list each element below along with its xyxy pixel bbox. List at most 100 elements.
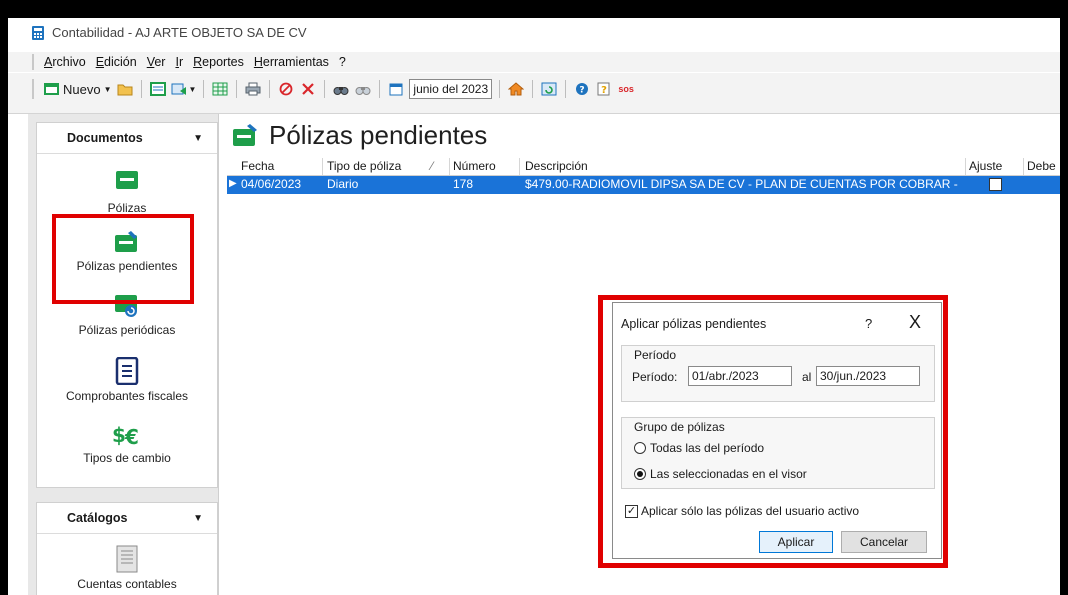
periodo-group: Período Período: 01/abr./2023 al 30/jun.… (621, 345, 935, 402)
find-next-button[interactable] (354, 79, 372, 99)
periodo-group-label: Período (632, 348, 679, 362)
document-list-icon (149, 82, 166, 96)
menu-ir[interactable]: Ir (175, 55, 183, 69)
toolbar-grip (32, 79, 34, 99)
table-row[interactable]: ▶ 04/06/2023 Diario 178 $479.00-RADIOMOV… (227, 176, 1060, 194)
column-separator (449, 158, 450, 175)
period-selector[interactable]: junio del 2023 (409, 79, 493, 99)
toolbar-separator (140, 80, 142, 98)
column-separator (1023, 158, 1024, 175)
documentos-header-label: Documentos (67, 131, 143, 145)
printer-icon (245, 82, 261, 96)
svg-text:€: € (124, 425, 139, 447)
aplicar-polizas-dialog: Aplicar pólizas pendientes ? X Período P… (612, 302, 942, 559)
periodo-to-input[interactable]: 30/jun./2023 (816, 366, 920, 386)
row-indicator-icon: ▶ (229, 178, 237, 189)
folder-icon (117, 84, 132, 96)
periodo-from-input[interactable]: 01/abr./2023 (688, 366, 792, 386)
navigation-panel: Documentos ▼ Pólizas Pólizas pendientes … (28, 114, 218, 595)
cell-descripcion: $479.00-RADIOMOVIL DIPSA SA DE CV - PLAN… (525, 177, 961, 191)
new-button-label: Nuevo (63, 81, 101, 97)
menu-reportes[interactable]: Reportes (193, 55, 244, 69)
help-document-button[interactable]: ? (595, 79, 613, 99)
chevron-down-icon: ▼ (103, 84, 112, 94)
radio-todas[interactable] (634, 442, 646, 454)
apply-button[interactable]: Aplicar (759, 531, 833, 553)
document-send-button[interactable]: ▼ (171, 79, 196, 99)
toolbar-row: Nuevo ▼ ▼ junio del 2023 ? ? sos (44, 77, 635, 101)
menu-herramientas[interactable]: Herramientas (254, 55, 329, 69)
grupo-polizas-label: Grupo de pólizas (632, 420, 727, 434)
active-user-checkbox[interactable]: ✓ (625, 505, 638, 518)
column-header-fecha[interactable]: Fecha (241, 159, 274, 173)
nav-item-comprobantes-fiscales[interactable]: Comprobantes fiscales (37, 357, 217, 403)
home-icon (508, 82, 525, 96)
open-folder-button[interactable] (116, 79, 134, 99)
polizas-pendientes-icon (233, 123, 257, 146)
print-button[interactable] (244, 79, 262, 99)
grid-header: Fecha Tipo de póliza ⁄ Número Descripció… (227, 158, 1060, 176)
menu-edicion[interactable]: Edición (96, 55, 137, 69)
nav-item-label: Tipos de cambio (83, 451, 171, 465)
ledger-icon (116, 545, 138, 573)
dialog-close-button[interactable]: X (909, 312, 921, 333)
page-title: Pólizas pendientes (231, 120, 487, 151)
calendar-button[interactable] (387, 79, 405, 99)
document-list-button[interactable] (149, 79, 167, 99)
grid-icon (212, 82, 228, 96)
toolbar: Nuevo ▼ ▼ junio del 2023 ? ? sos (8, 73, 1060, 114)
column-separator (322, 158, 323, 175)
menu-help[interactable]: ? (339, 55, 346, 69)
window-title: Contabilidad - AJ ARTE OBJETO SA DE CV (52, 25, 307, 40)
sort-icon: ⁄ (431, 159, 434, 173)
chevron-down-icon: ▼ (193, 512, 203, 524)
column-header-tipo[interactable]: Tipo de póliza (327, 159, 401, 173)
toolbar-separator (203, 80, 205, 98)
column-header-debe[interactable]: Debe (1027, 159, 1056, 173)
ajuste-checkbox[interactable] (989, 178, 1002, 191)
polizas-icon (116, 171, 138, 189)
title-bar: Contabilidad - AJ ARTE OBJETO SA DE CV (8, 18, 1060, 46)
column-header-numero[interactable]: Número (453, 159, 496, 173)
spreadsheet-button[interactable] (211, 79, 229, 99)
column-header-ajuste[interactable]: Ajuste (969, 159, 1002, 173)
catalogos-header[interactable]: Catálogos ▼ (37, 503, 217, 534)
cancel-button[interactable]: Cancelar (841, 531, 927, 553)
binoculars-icon (333, 87, 349, 95)
nav-item-label: Comprobantes fiscales (65, 389, 189, 403)
toolbar-separator (324, 80, 326, 98)
column-separator (519, 158, 520, 175)
column-header-descripcion[interactable]: Descripción (525, 159, 588, 173)
radio-seleccionadas-label[interactable]: Las seleccionadas en el visor (650, 467, 807, 481)
home-button[interactable] (507, 79, 525, 99)
documentos-header[interactable]: Documentos ▼ (37, 123, 217, 154)
menu-bar: Archivo Edición Ver Ir Reportes Herramie… (8, 52, 1060, 72)
close-icon (302, 83, 315, 95)
periodo-label: Período: (632, 370, 678, 384)
column-separator (965, 158, 966, 175)
toolbar-separator (269, 80, 271, 98)
delete-button[interactable] (299, 79, 317, 99)
sos-button[interactable]: sos (617, 79, 635, 99)
nav-item-tipos-de-cambio[interactable]: $ € Tipos de cambio (37, 421, 217, 465)
menu-grip (32, 54, 34, 70)
dialog-help-button[interactable]: ? (865, 316, 872, 331)
menu-archivo[interactable]: Archivo (44, 55, 86, 69)
app-window: Contabilidad - AJ ARTE OBJETO SA DE CV A… (8, 18, 1060, 595)
radio-todas-label[interactable]: Todas las del período (650, 441, 764, 455)
highlight-box (52, 214, 194, 304)
new-button[interactable]: Nuevo ▼ (44, 79, 112, 99)
nav-item-cuentas-contables[interactable]: Cuentas contables (37, 545, 217, 591)
document-refresh-icon (541, 82, 557, 96)
active-user-checkbox-label[interactable]: Aplicar sólo las pólizas del usuario act… (641, 504, 859, 518)
cell-fecha: 04/06/2023 (241, 177, 302, 191)
polizas-grid: Fecha Tipo de póliza ⁄ Número Descripció… (227, 158, 1060, 194)
nav-item-label: Cuentas contables (77, 577, 177, 591)
help-button[interactable]: ? (573, 79, 591, 99)
find-button[interactable] (332, 79, 350, 99)
document-icon (115, 357, 139, 385)
refresh-document-button[interactable] (540, 79, 558, 99)
radio-seleccionadas[interactable] (634, 468, 646, 480)
menu-ver[interactable]: Ver (147, 55, 166, 69)
cancel-document-button[interactable] (277, 79, 295, 99)
